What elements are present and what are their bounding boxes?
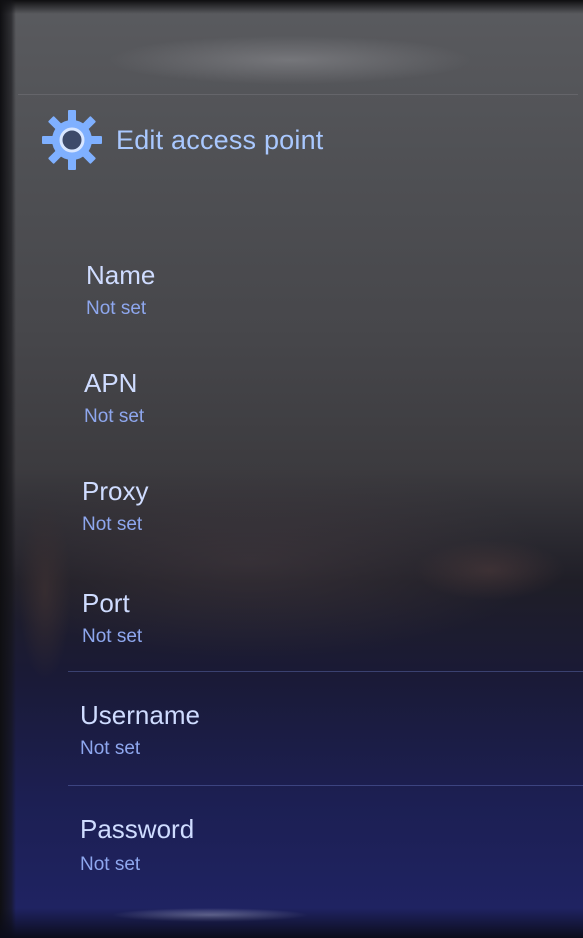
- pref-name[interactable]: Name Not set: [0, 250, 583, 360]
- pref-username[interactable]: Username Not set: [0, 698, 583, 808]
- pref-summary: Not set: [80, 854, 141, 875]
- pref-title: APN: [84, 368, 138, 398]
- pref-title: Username: [80, 700, 200, 730]
- device-bezel: [0, 908, 583, 938]
- pref-title: Password: [80, 814, 195, 844]
- pref-title: Name: [86, 260, 156, 290]
- pref-title: Port: [82, 588, 130, 618]
- action-bar-title: Edit access point: [116, 124, 324, 155]
- status-bar-divider: [18, 94, 578, 95]
- screen: Edit access point Name Not set APN Not s…: [0, 0, 583, 938]
- list-divider: [68, 785, 583, 786]
- device-bezel: [0, 0, 583, 14]
- pref-summary: Not set: [80, 738, 141, 759]
- device-bezel: [0, 0, 16, 938]
- pref-apn[interactable]: APN Not set: [0, 362, 583, 472]
- gear-icon[interactable]: [40, 108, 104, 172]
- pref-summary: Not set: [82, 514, 143, 535]
- screen-glare: [30, 20, 550, 90]
- pref-port[interactable]: Port Not set: [0, 586, 583, 696]
- pref-summary: Not set: [84, 406, 145, 427]
- pref-title: Proxy: [82, 476, 149, 506]
- pref-summary: Not set: [86, 298, 147, 319]
- pref-proxy[interactable]: Proxy Not set: [0, 474, 583, 584]
- action-bar[interactable]: Edit access point: [40, 108, 324, 172]
- pref-summary: Not set: [82, 626, 143, 647]
- list-divider: [68, 671, 583, 672]
